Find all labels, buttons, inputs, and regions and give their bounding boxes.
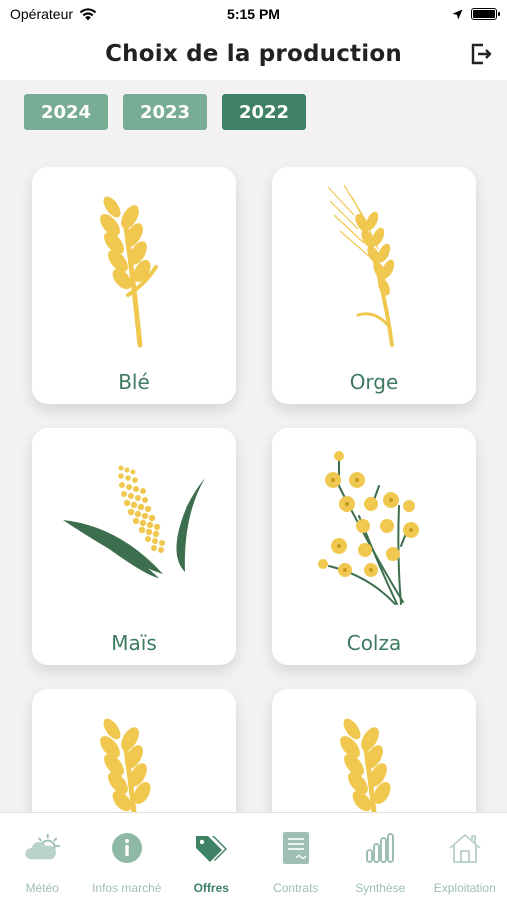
crop-card-colza[interactable]: Colza: [272, 428, 476, 665]
tab-synthese[interactable]: Synthèse: [338, 813, 423, 900]
info-icon: [108, 829, 146, 867]
page-title: Choix de la production: [105, 41, 402, 67]
weather-icon: [23, 829, 61, 867]
crop-label: Blé: [118, 370, 150, 394]
tab-label: Contrats: [273, 881, 319, 895]
wifi-icon: [79, 7, 97, 20]
status-time: 5:15 PM: [227, 6, 280, 22]
tab-label: Météo: [25, 881, 59, 895]
year-tab-2023[interactable]: 2023: [123, 94, 207, 130]
status-left: Opérateur: [10, 6, 190, 22]
carrier-name: Opérateur: [10, 6, 74, 22]
crop-card-mais[interactable]: Maïs: [32, 428, 236, 665]
year-tab-2022[interactable]: 2022: [222, 94, 306, 130]
tab-label: Exploitation: [433, 881, 496, 895]
logout-icon: [471, 43, 492, 65]
tags-icon: [192, 829, 230, 867]
crop-grid: Blé Orge Maïs Colza: [32, 167, 476, 900]
crop-label: Maïs: [111, 631, 157, 655]
status-right: [317, 8, 500, 20]
contract-icon: [277, 829, 315, 867]
header: Choix de la production: [0, 28, 507, 80]
crop-label: Orge: [349, 370, 399, 394]
bar-chart-icon: [361, 829, 399, 867]
tab-label: Infos marché: [92, 881, 162, 895]
crop-label: Colza: [346, 631, 402, 655]
year-tabs: 2024 2023 2022: [24, 94, 306, 130]
barley-icon: [272, 185, 476, 355]
bottom-tab-bar: Météo Infos marché Offres Contrats Synth…: [0, 812, 507, 900]
wheat-icon: [32, 185, 236, 355]
status-bar: Opérateur 5:15 PM: [0, 0, 507, 28]
crop-card-ble[interactable]: Blé: [32, 167, 236, 404]
tab-label: Synthèse: [355, 881, 406, 895]
battery-icon: [471, 8, 500, 20]
tab-label: Offres: [193, 881, 229, 895]
home-icon: [446, 829, 484, 867]
tab-infos-marche[interactable]: Infos marché: [85, 813, 170, 900]
tab-exploitation[interactable]: Exploitation: [423, 813, 507, 900]
year-tab-2024[interactable]: 2024: [24, 94, 108, 130]
rapeseed-icon: [272, 446, 476, 616]
logout-button[interactable]: [467, 40, 495, 68]
tab-contrats[interactable]: Contrats: [254, 813, 339, 900]
tab-meteo[interactable]: Météo: [0, 813, 85, 900]
corn-icon: [32, 446, 236, 616]
crop-card-orge[interactable]: Orge: [272, 167, 476, 404]
tab-offres[interactable]: Offres: [169, 813, 254, 900]
location-arrow-icon: [452, 9, 463, 19]
